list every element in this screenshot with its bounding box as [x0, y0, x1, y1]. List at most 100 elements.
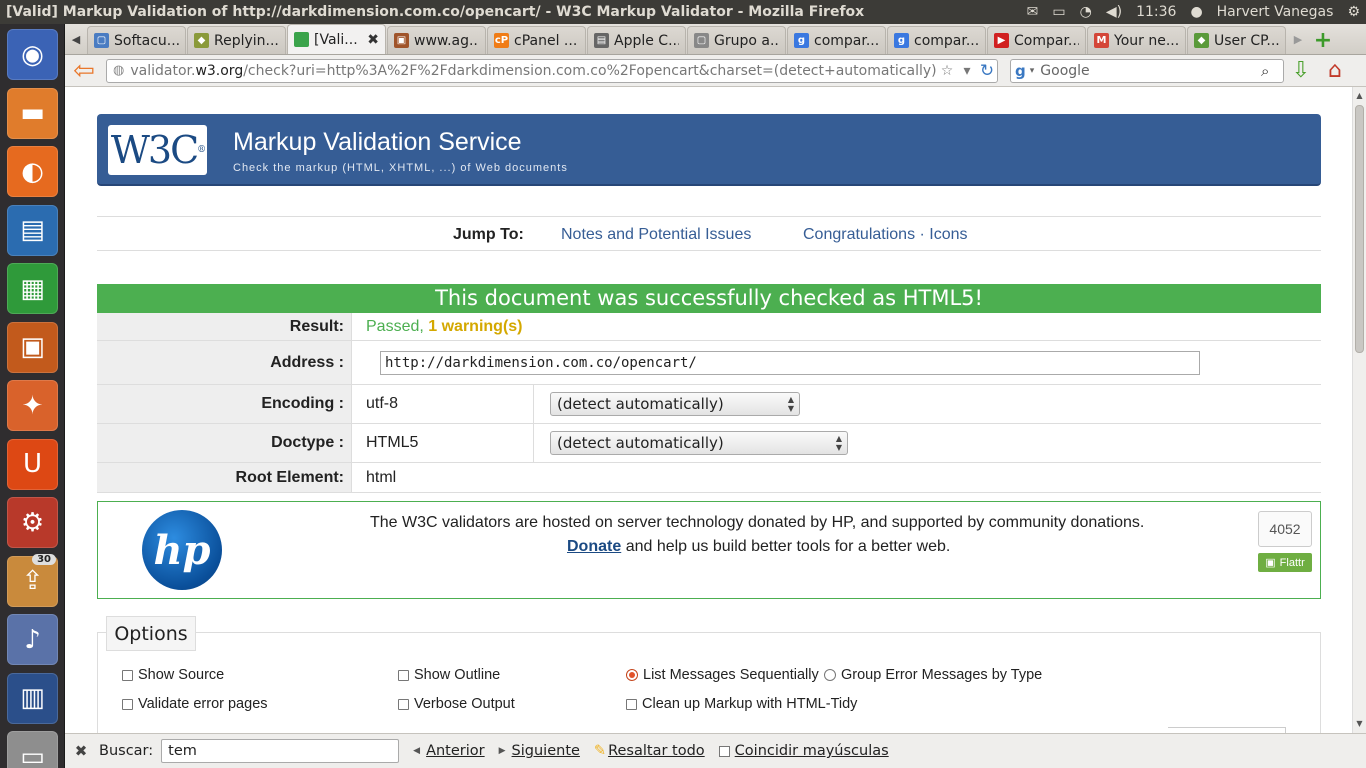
clock[interactable]: 11:36 [1136, 4, 1176, 20]
engine-dropdown-icon[interactable]: ▾ [1030, 66, 1035, 76]
verbose-output-checkbox[interactable] [398, 698, 409, 710]
tab-scroll-left-icon[interactable]: ◀ [65, 24, 87, 54]
bookmark-star-icon[interactable]: ☆ [937, 63, 957, 79]
donate-link[interactable]: Donate [567, 538, 621, 555]
close-find-bar-icon[interactable]: ✖ [67, 742, 95, 760]
w3c-logo[interactable]: W3C ® [108, 125, 207, 175]
home-icon[interactable]: ⌂ [1318, 56, 1352, 86]
ubuntu-dash-icon[interactable]: ◉ [7, 29, 58, 80]
doctype-row: Doctype : HTML5 (detect automatically) ▲ ▼ [97, 424, 1321, 463]
scanner-icon[interactable]: ▭ [7, 731, 58, 768]
battery-icon[interactable]: ▭ [1052, 4, 1065, 20]
address-row: Address : http://darkdimension.com.co/op… [97, 341, 1321, 385]
tabs: ▢ Softacu... ◆ Replyin... [Vali... ✖ ▣ www.ag..… [87, 24, 1287, 54]
match-case-option[interactable]: Coincidir mayúsculas [718, 743, 889, 759]
workspace-switcher-icon[interactable]: ▥ [7, 672, 58, 724]
validate-error-pages-checkbox[interactable] [122, 698, 133, 710]
doctype-select[interactable]: (detect automatically) ▲ ▼ [550, 431, 848, 455]
mail-icon[interactable]: ✉ [1027, 4, 1039, 20]
ubuntu-one-icon[interactable]: U [7, 438, 58, 490]
volume-icon[interactable]: ◀) [1106, 4, 1122, 20]
hp-logo[interactable]: hp [142, 510, 222, 590]
browser-tab[interactable]: ▢ Grupo a... [687, 26, 786, 54]
highlight-all-button[interactable]: ✎ Resaltar todo [594, 743, 705, 759]
system-top-bar: [Valid] Markup Validation of http://dark… [0, 0, 1366, 24]
binary-file-icon[interactable]: ♪ [7, 614, 58, 665]
gear-icon[interactable]: ⚙ [1347, 4, 1360, 20]
donate-line: Donate and help us build better tools fo… [567, 538, 950, 556]
tab-label: compar... [814, 32, 879, 49]
flattr-button[interactable]: ▣ Flattr [1258, 553, 1312, 572]
scroll-down-icon[interactable]: ▼ [1353, 717, 1366, 731]
system-tray: ✉ ▭ ◔ ◀) 11:36 ● Harvert Vanegas ⚙ [1027, 4, 1366, 20]
find-next-button[interactable]: ▶ Siguiente [499, 743, 580, 759]
impress-icon[interactable]: ▣ [7, 321, 58, 373]
browser-tab[interactable]: ▣ www.ag... [387, 26, 486, 54]
tab-label: Grupo a... [714, 32, 779, 49]
show-outline-checkbox[interactable] [398, 669, 409, 681]
software-center-icon[interactable]: ✦ [7, 380, 58, 431]
congratulations-link[interactable]: Congratulations · Icons [803, 226, 968, 244]
flattr-icon: ▣ [1265, 557, 1276, 569]
notes-link[interactable]: Notes and Potential Issues [561, 226, 751, 244]
jump-to-label: Jump To: [453, 226, 524, 243]
warnings-link[interactable]: 1 warning(s) [428, 318, 522, 336]
options-title[interactable]: Options [106, 616, 196, 651]
browser-tab[interactable]: [Vali... ✖ [287, 24, 386, 54]
group-by-type-radio[interactable] [824, 669, 836, 681]
calc-icon[interactable]: ▦ [7, 263, 58, 314]
browser-tab[interactable]: ◆ User CP... [1187, 26, 1286, 54]
address-input[interactable]: http://darkdimension.com.co/opencart/ [380, 350, 1200, 375]
option-show-source[interactable]: Show Source [122, 667, 224, 683]
html-tidy-checkbox[interactable] [626, 698, 637, 710]
browser-tab[interactable]: ◆ Replyin... [187, 26, 286, 54]
files-icon[interactable]: ▬ [7, 87, 58, 139]
browser-tab[interactable]: M Your ne... [1087, 26, 1186, 54]
browser-tab[interactable]: g compar... [887, 26, 986, 54]
tab-scroll-right-icon[interactable]: ▶ [1287, 24, 1309, 54]
browser-tab[interactable]: cP cPanel ... [487, 26, 586, 54]
find-previous-button[interactable]: ◀ Anterior [413, 743, 484, 759]
tab-label: Your ne... [1114, 32, 1179, 49]
encoding-select[interactable]: (detect automatically) ▲ ▼ [550, 392, 800, 416]
browser-tab[interactable]: ▤ Apple C... [587, 26, 686, 54]
user-name[interactable]: Harvert Vanegas [1217, 4, 1334, 20]
option-group-by-type[interactable]: Group Error Messages by Type [824, 667, 1042, 683]
browser-tab[interactable]: g compar... [787, 26, 886, 54]
update-manager-icon[interactable]: ⇪ 30 [7, 553, 58, 607]
show-source-checkbox[interactable] [122, 669, 133, 681]
find-input[interactable]: tem [161, 739, 400, 763]
browser-tab[interactable]: ▢ Softacu... [87, 26, 186, 54]
new-tab-button[interactable]: + [1309, 26, 1337, 54]
doctype-value: HTML5 [366, 424, 534, 462]
tab-label: cPanel ... [514, 32, 578, 49]
close-tab-icon[interactable]: ✖ [367, 32, 379, 48]
system-settings-icon[interactable]: ⚙ [7, 497, 58, 548]
back-button[interactable]: ⇦ [65, 56, 103, 86]
wifi-icon[interactable]: ◔ [1080, 4, 1092, 20]
option-list-sequentially[interactable]: List Messages Sequentially [626, 667, 819, 683]
user-icon[interactable]: ● [1190, 4, 1202, 20]
select-arrows-icon: ▲ ▼ [787, 395, 794, 413]
browser-tab[interactable]: ▶ Compar... [987, 26, 1086, 54]
url-dropdown-icon[interactable]: ▾ [957, 63, 977, 79]
option-validate-error-pages[interactable]: Validate error pages [122, 696, 268, 712]
list-sequentially-radio[interactable] [626, 669, 638, 681]
option-html-tidy[interactable]: Clean up Markup with HTML-Tidy [626, 696, 857, 712]
match-case-checkbox[interactable] [718, 745, 730, 757]
scrollbar-thumb[interactable] [1355, 105, 1364, 353]
find-label: Buscar: [99, 743, 154, 759]
reload-icon[interactable]: ↻ [977, 61, 997, 81]
option-show-outline[interactable]: Show Outline [398, 667, 500, 683]
scroll-up-icon[interactable]: ▲ [1353, 89, 1366, 103]
vertical-scrollbar[interactable]: ▲ ▼ [1352, 87, 1366, 733]
search-bar[interactable]: g ▾ Google ⌕ [1010, 58, 1284, 83]
search-icon[interactable]: ⌕ [1261, 62, 1283, 80]
writer-icon[interactable]: ▤ [7, 204, 58, 256]
downloads-icon[interactable]: ⇩ [1284, 56, 1318, 86]
firefox-icon[interactable]: ◐ [7, 146, 58, 197]
google-engine-icon[interactable]: g [1015, 62, 1026, 80]
url-bar[interactable]: ◍ validator.w3.org/check?uri=http%3A%2F%… [106, 58, 998, 83]
window-title: [Valid] Markup Validation of http://dark… [6, 4, 865, 20]
option-verbose-output[interactable]: Verbose Output [398, 696, 515, 712]
